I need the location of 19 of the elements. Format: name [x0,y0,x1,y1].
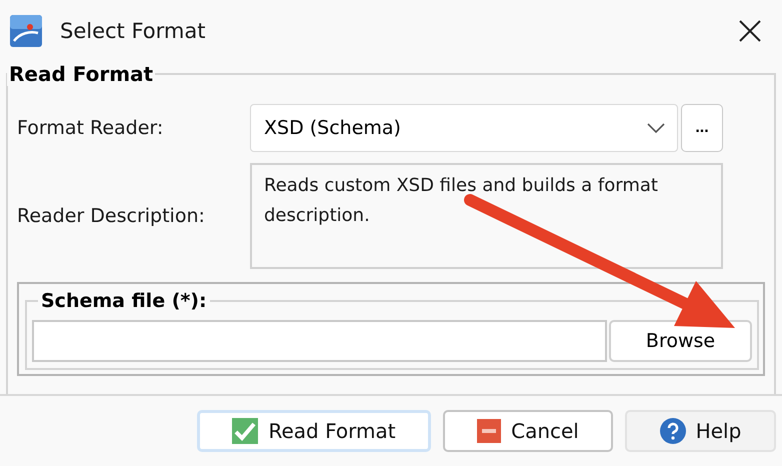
cancel-button[interactable]: Cancel [443,410,613,452]
app-icon [10,15,42,47]
check-icon [232,418,258,444]
description-text: Reads custom XSD files and builds a format description. [250,163,723,269]
help-icon [660,418,686,444]
group-title: Schema file (*): [40,290,208,312]
help-button[interactable]: Help [625,410,776,452]
schema-file-field[interactable] [32,320,607,362]
browse-button[interactable]: Browse [609,320,752,362]
window-title: Select Format [60,19,206,43]
field-label: Format Reader: [17,117,164,139]
format-reader-dropdown[interactable]: XSD (Schema) [250,104,678,152]
chevron-down-icon [647,123,665,133]
read-format-button[interactable]: Read Format [197,410,431,452]
close-icon [739,20,761,42]
field-label: Reader Description: [17,205,206,227]
minus-icon [477,419,502,443]
group-title: Read Format [8,62,154,86]
more-button[interactable]: ... [681,104,723,152]
